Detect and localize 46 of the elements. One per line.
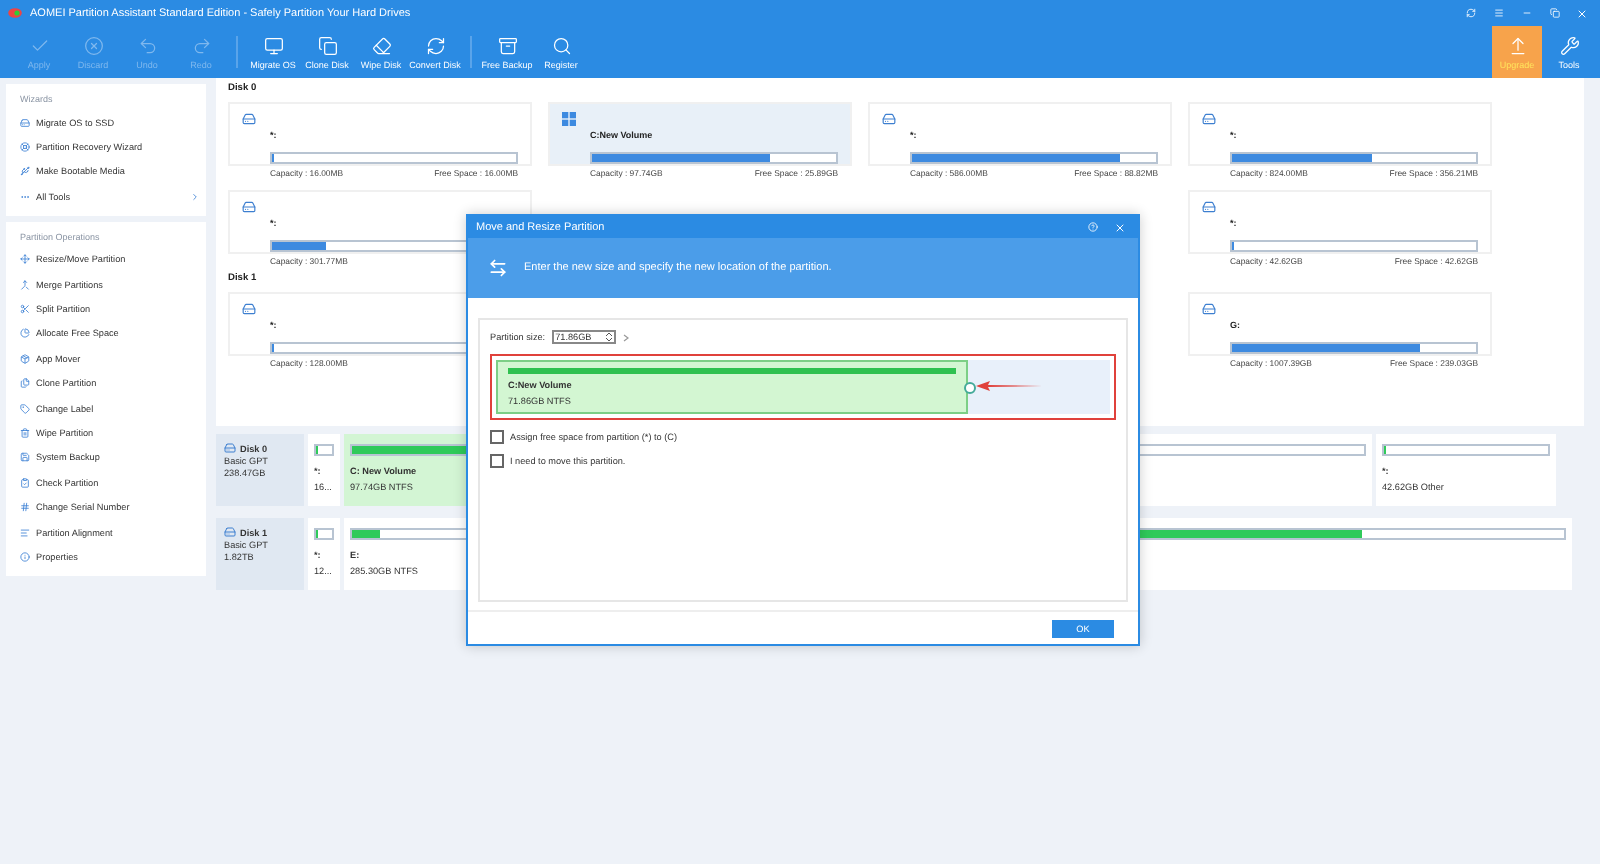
drive-icon xyxy=(1202,200,1216,214)
archive-icon xyxy=(497,35,517,55)
copy-icon xyxy=(317,35,337,55)
upload-arrow-icon xyxy=(1507,35,1527,55)
sidebar-item-icon xyxy=(20,353,30,364)
sidebar-item-icon xyxy=(20,142,30,153)
sidebar-item-icon xyxy=(20,477,30,488)
sidebar-item-icon xyxy=(20,427,30,438)
disk-icon xyxy=(224,442,236,454)
sidebar-item-icon xyxy=(20,452,30,463)
search-icon xyxy=(551,35,571,55)
x-circle-icon xyxy=(83,35,103,55)
help-icon[interactable] xyxy=(1082,222,1102,232)
drive-icon xyxy=(882,112,896,126)
redo-icon xyxy=(191,35,211,55)
usage-bar xyxy=(314,528,334,540)
drive-icon xyxy=(1202,112,1216,126)
undo-icon xyxy=(137,35,157,55)
sidebar-item-icon xyxy=(20,551,30,562)
refresh-icon xyxy=(425,35,445,55)
reset-icon[interactable] xyxy=(621,333,630,341)
resize-icon xyxy=(488,258,508,278)
wrench-icon xyxy=(1559,35,1579,55)
sidebar-item-icon xyxy=(20,403,30,414)
drive-icon xyxy=(242,200,256,214)
monitor-icon xyxy=(263,35,283,55)
disk-icon xyxy=(224,526,236,538)
sidebar-item-icon xyxy=(20,279,30,290)
windows-icon xyxy=(562,112,576,126)
spinner-icon[interactable] xyxy=(605,332,612,342)
drive-icon xyxy=(242,112,256,126)
sidebar-item-icon xyxy=(20,502,30,513)
sidebar-item-icon xyxy=(20,328,30,339)
restore-icon[interactable] xyxy=(1544,8,1564,18)
sidebar-item-icon xyxy=(20,527,30,538)
sidebar-item-icon xyxy=(20,254,30,265)
eraser-icon xyxy=(371,35,391,55)
sidebar-item-icon xyxy=(20,304,30,315)
sidebar-item-icon xyxy=(20,117,30,128)
check-icon xyxy=(29,35,49,55)
usage-bar xyxy=(314,444,334,456)
sidebar-item-icon xyxy=(20,166,30,177)
drive-icon xyxy=(242,302,256,316)
drive-icon xyxy=(1202,302,1216,316)
app-logo-icon xyxy=(8,8,22,18)
sidebar-item-icon xyxy=(20,378,30,389)
